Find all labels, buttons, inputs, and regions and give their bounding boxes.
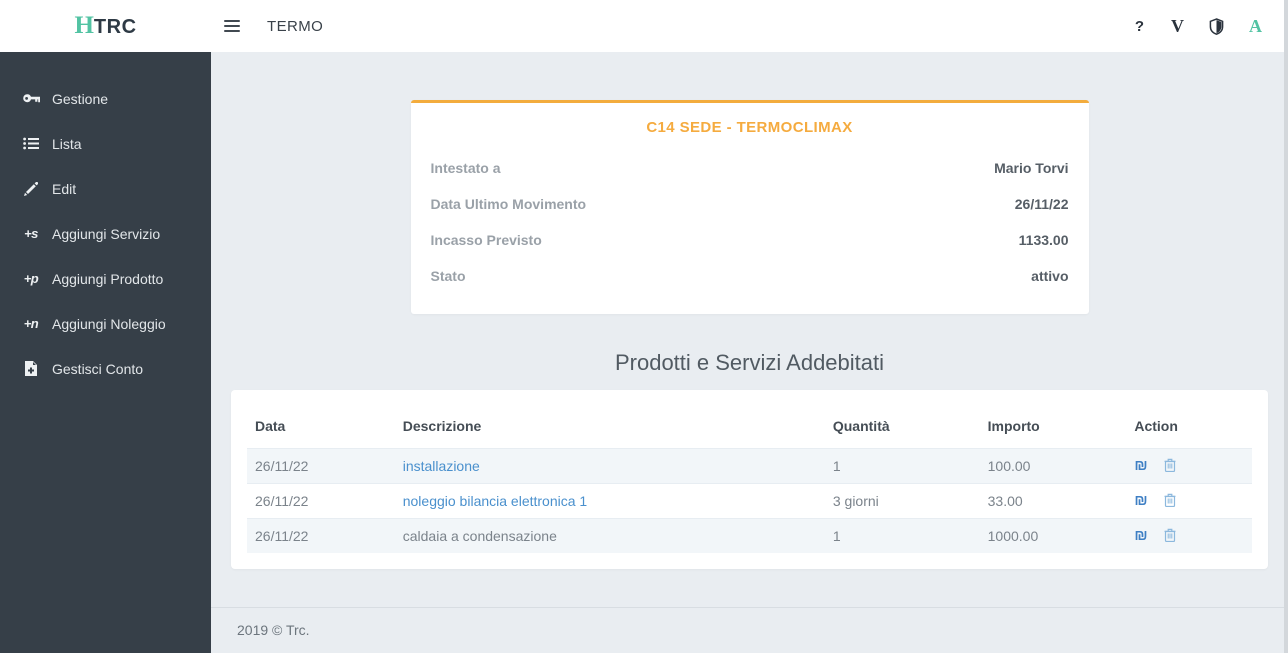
table-row: 26/11/22 installazione 1 100.00 ₪: [247, 448, 1252, 484]
field-label: Incasso Previsto: [430, 232, 542, 248]
plus-s-icon: +s: [24, 226, 38, 241]
cell-data: 26/11/22: [247, 483, 395, 519]
page-content: C14 SEDE - TERMOCLIMAX Intestato a Mario…: [211, 52, 1288, 607]
menu-toggle-button[interactable]: [224, 20, 240, 32]
sidebar-item-gestisci-conto[interactable]: Gestisci Conto: [0, 346, 211, 391]
field-value: Mario Torvi: [994, 160, 1069, 176]
sidebar-item-aggiungi-prodotto[interactable]: +p Aggiungi Prodotto: [0, 256, 211, 301]
logo-accent-letter: H: [74, 12, 94, 39]
sidebar-item-gestione[interactable]: Gestione: [0, 76, 211, 121]
sidebar-item-edit[interactable]: Edit: [0, 166, 211, 211]
cell-quantita: 1: [824, 518, 980, 553]
logo-text: TRC: [93, 16, 137, 38]
field-value: 26/11/22: [1014, 196, 1069, 212]
table-row: 26/11/22 caldaia a condensazione 1 1000.…: [247, 518, 1252, 553]
pencil-icon: [20, 181, 42, 196]
descrizione-link[interactable]: noleggio bilancia elettronica 1: [403, 493, 587, 509]
cell-descrizione: caldaia a condensazione: [394, 518, 825, 553]
shield-icon[interactable]: [1209, 17, 1224, 35]
cell-importo: 33.00: [979, 483, 1127, 519]
cell-quantita: 3 giorni: [824, 483, 980, 519]
field-row-intestato: Intestato a Mario Torvi: [431, 160, 1069, 176]
delete-icon[interactable]: [1164, 528, 1176, 545]
sidebar: Gestione Lista Edit +s Aggiungi Servizio: [0, 52, 211, 653]
delete-icon[interactable]: [1164, 458, 1176, 475]
status-value: attivo: [1031, 268, 1069, 284]
sidebar-item-aggiungi-noleggio[interactable]: +n Aggiungi Noleggio: [0, 301, 211, 346]
top-navbar: H TRC TERMO ? V A: [0, 0, 1288, 52]
charged-items-table: Data Descrizione Quantità Importo Action…: [247, 406, 1252, 553]
cell-importo: 100.00: [979, 448, 1127, 484]
sidebar-item-aggiungi-servizio[interactable]: +s Aggiungi Servizio: [0, 211, 211, 256]
field-label: Data Ultimo Movimento: [430, 196, 587, 212]
scrollbar[interactable]: [1284, 0, 1288, 653]
app-logo[interactable]: H TRC: [0, 12, 211, 40]
cell-quantita: 1: [824, 448, 980, 484]
page-footer: 2019 © Trc.: [211, 607, 1288, 653]
sidebar-item-label: Lista: [52, 135, 82, 152]
file-plus-icon: [20, 361, 42, 376]
account-summary-card: C14 SEDE - TERMOCLIMAX Intestato a Mario…: [410, 100, 1089, 314]
list-icon: [20, 137, 42, 150]
field-row-incasso-previsto: Incasso Previsto 1133.00: [431, 232, 1069, 248]
payment-icon[interactable]: ₪: [1134, 457, 1147, 474]
delete-icon[interactable]: [1164, 493, 1176, 510]
sidebar-item-label: Aggiungi Prodotto: [52, 270, 164, 287]
cell-data: 26/11/22: [247, 448, 395, 484]
key-icon: [20, 93, 42, 105]
field-label: Intestato a: [430, 160, 501, 176]
cell-importo: 1000.00: [979, 518, 1127, 553]
sidebar-item-label: Gestisci Conto: [52, 360, 144, 377]
charged-items-card: Data Descrizione Quantità Importo Action…: [231, 390, 1268, 569]
copyright-text: 2019 © Trc.: [237, 622, 310, 638]
version-icon[interactable]: V: [1171, 17, 1184, 35]
col-header-data: Data: [255, 418, 286, 434]
sidebar-item-lista[interactable]: Lista: [0, 121, 211, 166]
payment-icon[interactable]: ₪: [1134, 492, 1147, 509]
table-header-row: Data Descrizione Quantità Importo Action: [247, 406, 1252, 449]
col-header-descrizione: Descrizione: [402, 418, 482, 434]
account-icon[interactable]: A: [1249, 17, 1262, 35]
cell-data: 26/11/22: [247, 518, 395, 553]
sidebar-item-label: Edit: [52, 180, 77, 197]
field-label: Stato: [430, 268, 466, 284]
plus-n-icon: +n: [23, 316, 39, 331]
plus-p-icon: +p: [23, 271, 39, 286]
sidebar-item-label: Gestione: [52, 90, 109, 107]
section-heading: Prodotti e Servizi Addebitati: [614, 350, 885, 375]
col-header-importo: Importo: [987, 418, 1040, 434]
help-icon[interactable]: ?: [1133, 19, 1146, 34]
app-title: TERMO: [267, 17, 324, 35]
col-header-action: Action: [1134, 418, 1178, 434]
table-row: 26/11/22 noleggio bilancia elettronica 1…: [247, 483, 1252, 519]
main-area: C14 SEDE - TERMOCLIMAX Intestato a Mario…: [211, 52, 1288, 653]
field-row-data-ultimo-movimento: Data Ultimo Movimento 26/11/22: [431, 196, 1069, 212]
navbar-actions: ? V A: [1133, 17, 1288, 35]
field-row-stato: Stato attivo: [431, 268, 1069, 284]
field-value: 1133.00: [1018, 232, 1069, 248]
descrizione-link[interactable]: installazione: [403, 458, 480, 474]
sidebar-item-label: Aggiungi Servizio: [52, 225, 161, 242]
account-card-title: C14 SEDE - TERMOCLIMAX: [646, 119, 853, 136]
sidebar-item-label: Aggiungi Noleggio: [52, 315, 166, 332]
col-header-quantita: Quantità: [832, 418, 890, 434]
payment-icon[interactable]: ₪: [1134, 527, 1147, 544]
